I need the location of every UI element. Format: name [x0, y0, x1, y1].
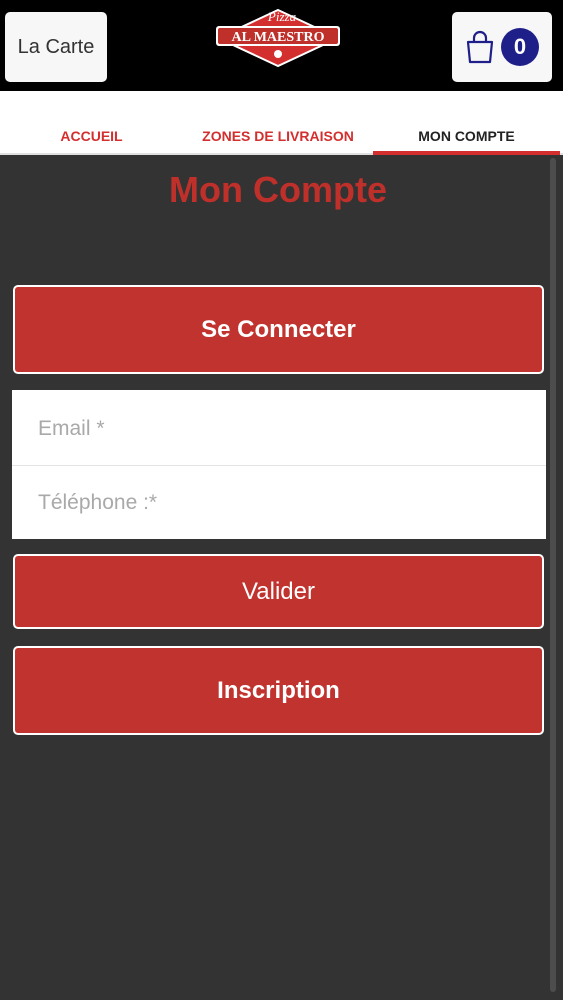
- tab-accueil[interactable]: ACCUEIL: [0, 121, 183, 155]
- email-field[interactable]: [12, 392, 546, 466]
- svg-text:Pizza: Pizza: [267, 9, 297, 24]
- cart-button[interactable]: 0: [452, 12, 552, 82]
- cart-count-badge: 0: [501, 28, 539, 66]
- tab-mon-compte[interactable]: MON COMPTE: [373, 121, 560, 155]
- al-maestro-logo[interactable]: AL MAESTRO Pizza: [212, 4, 344, 68]
- page-title: Mon Compte: [169, 169, 387, 210]
- top-bar: La Carte AL MAESTRO Pizza 0: [0, 0, 563, 91]
- scrollbar[interactable]: [550, 158, 556, 992]
- login-form: [12, 390, 546, 540]
- valider-button[interactable]: Valider: [13, 554, 544, 629]
- se-connecter-button[interactable]: Se Connecter: [13, 285, 544, 374]
- menu-carte-button[interactable]: La Carte: [5, 12, 107, 82]
- inscription-button[interactable]: Inscription: [13, 646, 544, 735]
- tab-zones-de-livraison[interactable]: ZONES DE LIVRAISON: [183, 121, 373, 155]
- shopping-bag-icon: [466, 30, 494, 64]
- svg-text:AL MAESTRO: AL MAESTRO: [232, 30, 325, 45]
- main-tabs: ACCUEIL ZONES DE LIVRAISON MON COMPTE: [0, 91, 563, 155]
- telephone-field[interactable]: [12, 466, 546, 540]
